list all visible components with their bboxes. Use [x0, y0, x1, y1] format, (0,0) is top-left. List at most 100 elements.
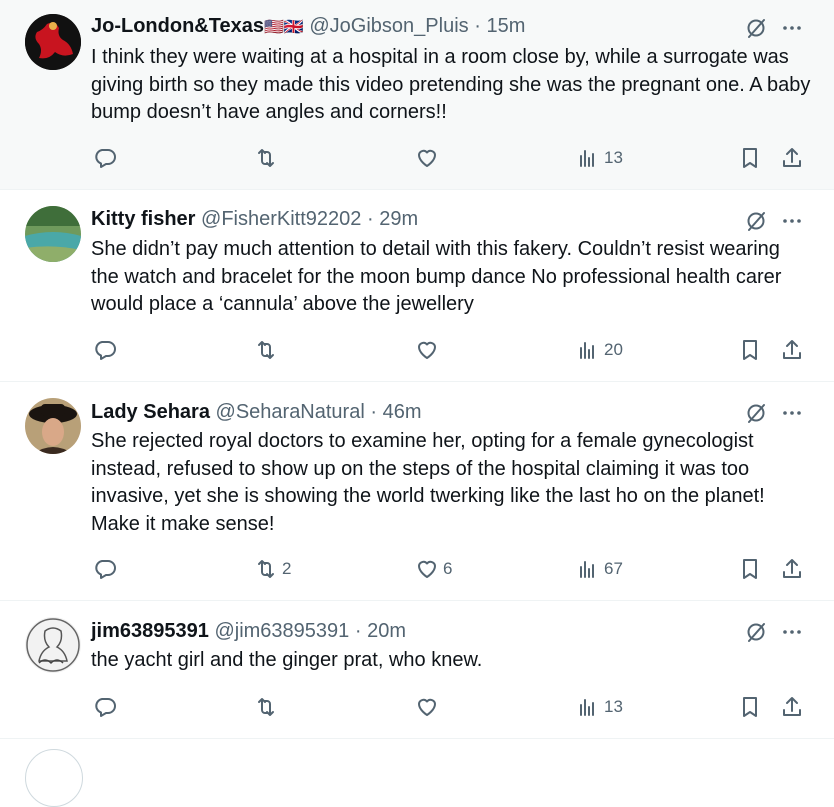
tweet-header: Jo-London&Texas🇺🇸🇬🇧 @JoGibson_Pluis · 15…	[91, 14, 525, 40]
tweet-header: Kitty fisher @FisherKitt92202 · 29m	[91, 207, 418, 231]
repost-button[interactable]	[254, 338, 282, 362]
bookmark-button[interactable]	[738, 146, 762, 170]
share-button[interactable]	[780, 146, 804, 170]
more-icon[interactable]	[780, 209, 804, 233]
reply-button[interactable]	[93, 146, 121, 170]
avatar-image	[25, 617, 81, 673]
views-icon	[580, 150, 594, 167]
share-button[interactable]	[780, 695, 804, 719]
like-button[interactable]	[415, 146, 443, 170]
like-icon	[418, 341, 436, 359]
author-name[interactable]: Jo-London&Texas	[91, 15, 264, 37]
share-button[interactable]	[780, 557, 804, 581]
tweet-header: Lady Sehara @SeharaNatural · 46m	[91, 400, 422, 424]
repost-button[interactable]	[254, 695, 282, 719]
repost-icon	[258, 341, 274, 359]
more-icon[interactable]	[780, 401, 804, 425]
separator-dot: ·	[366, 208, 374, 230]
repost-icon	[258, 698, 274, 716]
timestamp[interactable]: 20m	[367, 620, 406, 642]
views-count: 13	[604, 148, 623, 167]
repost-icon	[258, 149, 274, 167]
reply-button[interactable]	[93, 557, 121, 581]
like-button[interactable]: 6	[415, 557, 452, 581]
bookmark-button[interactable]	[738, 695, 762, 719]
next-tweet-avatar-peek	[25, 749, 83, 807]
tweet[interactable]: jim63895391 @jim63895391 · 20m the yacht…	[0, 601, 834, 739]
views-count: 20	[604, 340, 623, 359]
repost-count: 2	[282, 559, 292, 578]
separator-dot: ·	[370, 401, 378, 423]
reply-icon	[95, 560, 116, 579]
views-count: 13	[604, 697, 623, 716]
reply-icon	[95, 698, 116, 717]
reply-icon	[95, 341, 116, 360]
views-button[interactable]: 20	[576, 338, 623, 362]
author-name[interactable]: jim63895391	[91, 620, 209, 642]
views-button[interactable]: 13	[576, 695, 623, 719]
views-icon	[580, 561, 594, 578]
tweet[interactable]: Kitty fisher @FisherKitt92202 · 29m She …	[0, 190, 834, 382]
repost-button[interactable]: 2	[254, 557, 291, 581]
share-icon	[783, 148, 801, 167]
like-button[interactable]	[415, 695, 443, 719]
avatar[interactable]	[25, 206, 81, 262]
share-button[interactable]	[780, 338, 804, 362]
views-icon	[580, 342, 594, 359]
grok-icon[interactable]	[744, 620, 768, 644]
timestamp[interactable]: 46m	[383, 401, 422, 423]
share-icon	[783, 340, 801, 359]
timestamp[interactable]: 29m	[379, 208, 418, 230]
like-button[interactable]	[415, 338, 443, 362]
tweet-text: the yacht girl and the ginger prat, who …	[91, 649, 483, 671]
avatar-image	[25, 14, 81, 70]
flag-emojis: 🇺🇸🇬🇧	[263, 19, 304, 36]
separator-dot: ·	[474, 15, 481, 37]
tweet-text: I think they were waiting at a hospital …	[91, 46, 811, 123]
grok-icon[interactable]	[744, 401, 768, 425]
grok-icon[interactable]	[744, 209, 768, 233]
like-icon	[418, 560, 436, 578]
bookmark-button[interactable]	[738, 557, 762, 581]
more-icon[interactable]	[780, 620, 804, 644]
views-button[interactable]: 67	[576, 557, 623, 581]
tweet-text: She rejected royal doctors to examine he…	[91, 430, 765, 535]
views-icon	[580, 699, 594, 716]
repost-icon	[258, 560, 274, 578]
avatar[interactable]	[25, 617, 81, 673]
views-button[interactable]: 13	[576, 146, 623, 170]
repost-button[interactable]	[254, 146, 282, 170]
author-handle[interactable]: @jim63895391	[214, 620, 349, 642]
tweet-text: She didn’t pay much attention to detail …	[91, 238, 782, 315]
views-count: 67	[604, 559, 623, 578]
tweet[interactable]: Jo-London&Texas🇺🇸🇬🇧 @JoGibson_Pluis · 15…	[0, 0, 834, 190]
reply-button[interactable]	[93, 695, 121, 719]
more-icon[interactable]	[780, 16, 804, 40]
author-name[interactable]: Kitty fisher	[91, 208, 195, 230]
author-handle[interactable]: @FisherKitt92202	[201, 208, 361, 230]
grok-icon[interactable]	[744, 16, 768, 40]
avatar[interactable]	[25, 14, 81, 70]
like-icon	[418, 149, 436, 167]
author-handle[interactable]: @SeharaNatural	[216, 401, 365, 423]
bookmark-icon	[743, 340, 757, 360]
tweet[interactable]: Lady Sehara @SeharaNatural · 46m She rej…	[0, 382, 834, 601]
bookmark-icon	[743, 697, 757, 717]
avatar-image	[25, 206, 81, 262]
author-name[interactable]: Lady Sehara	[91, 401, 210, 423]
author-handle[interactable]: @JoGibson_Pluis	[309, 15, 468, 37]
share-icon	[783, 697, 801, 716]
bookmark-button[interactable]	[738, 338, 762, 362]
tweet-header: jim63895391 @jim63895391 · 20m	[91, 619, 406, 643]
reply-icon	[95, 149, 116, 168]
timestamp[interactable]: 15m	[486, 15, 525, 37]
bookmark-icon	[743, 148, 757, 168]
avatar[interactable]	[25, 398, 81, 454]
share-icon	[783, 559, 801, 578]
like-count: 6	[443, 559, 453, 578]
bookmark-icon	[743, 559, 757, 579]
like-icon	[418, 698, 436, 716]
avatar-image	[25, 398, 81, 454]
separator-dot: ·	[354, 620, 362, 642]
reply-button[interactable]	[93, 338, 121, 362]
